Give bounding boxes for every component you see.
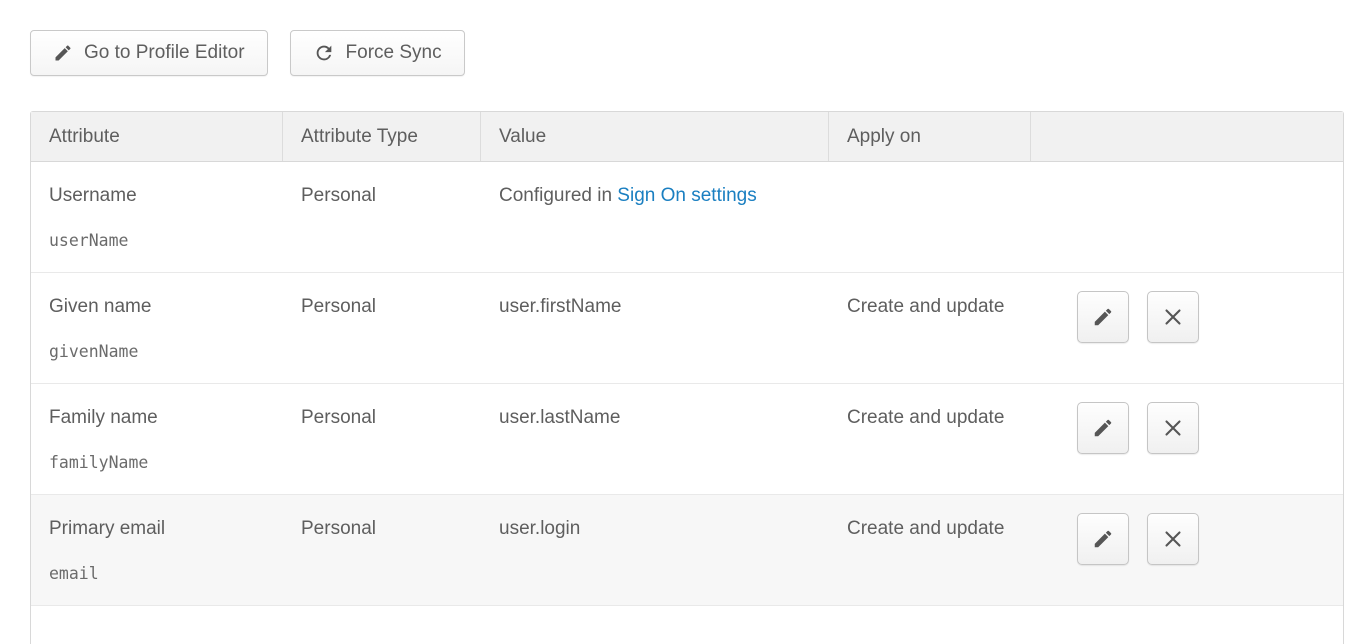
remove-attribute-button[interactable] xyxy=(1147,402,1199,454)
header-attribute: Attribute xyxy=(31,112,283,161)
attribute-mappings-page: Go to Profile Editor Force Sync Attribut… xyxy=(0,0,1370,644)
pencil-icon xyxy=(1092,417,1114,439)
table-row: Family name familyName Personal user.las… xyxy=(31,384,1343,495)
attribute-mapping-table: Attribute Attribute Type Value Apply on … xyxy=(30,111,1344,644)
value-text: user.lastName xyxy=(499,407,620,428)
remove-attribute-button[interactable] xyxy=(1147,513,1199,565)
close-icon xyxy=(1161,527,1185,551)
pencil-icon xyxy=(1092,306,1114,328)
value-cell: user.login xyxy=(481,495,829,605)
sign-on-settings-link[interactable]: Sign On settings xyxy=(617,185,756,206)
force-sync-label: Force Sync xyxy=(346,42,442,64)
attribute-variable-name: familyName xyxy=(49,453,269,472)
attribute-variable-name: givenName xyxy=(49,342,269,361)
header-actions xyxy=(1031,112,1343,161)
value-text: user.firstName xyxy=(499,296,621,317)
apply-on-cell: Create and update xyxy=(829,273,1031,383)
table-header-row: Attribute Attribute Type Value Apply on xyxy=(31,112,1343,162)
value-cell: user.firstName xyxy=(481,273,829,383)
value-cell: Configured in Sign On settings xyxy=(481,162,829,272)
attribute-display-name: Given name xyxy=(49,296,269,318)
attribute-cell: Primary email email xyxy=(31,495,283,605)
apply-on-cell: Create and update xyxy=(829,384,1031,494)
toolbar: Go to Profile Editor Force Sync xyxy=(30,30,1340,76)
pencil-icon xyxy=(53,43,73,63)
attribute-cell: Username userName xyxy=(31,162,283,272)
table-row: Given name givenName Personal user.first… xyxy=(31,273,1343,384)
actions-cell xyxy=(1031,162,1343,272)
header-attribute-type: Attribute Type xyxy=(283,112,481,161)
table-row: Primary email email Personal user.login … xyxy=(31,495,1343,606)
attribute-type-cell: Personal xyxy=(283,273,481,383)
table-row: Username userName Personal Configured in… xyxy=(31,162,1343,273)
edit-attribute-button[interactable] xyxy=(1077,402,1129,454)
attribute-variable-name: userName xyxy=(49,231,269,250)
attribute-type-cell: Personal xyxy=(283,384,481,494)
edit-attribute-button[interactable] xyxy=(1077,513,1129,565)
close-icon xyxy=(1161,416,1185,440)
attribute-display-name: Primary email xyxy=(49,518,269,540)
actions-cell xyxy=(1031,273,1343,383)
table-body: Username userName Personal Configured in… xyxy=(31,162,1343,606)
value-text: user.login xyxy=(499,518,580,539)
go-to-profile-editor-button[interactable]: Go to Profile Editor xyxy=(30,30,268,76)
force-sync-button[interactable]: Force Sync xyxy=(290,30,465,76)
value-text: Configured in xyxy=(499,185,617,206)
apply-on-cell xyxy=(829,162,1031,272)
refresh-icon xyxy=(313,42,335,64)
close-icon xyxy=(1161,305,1185,329)
attribute-variable-name: email xyxy=(49,564,269,583)
remove-attribute-button[interactable] xyxy=(1147,291,1199,343)
pencil-icon xyxy=(1092,528,1114,550)
attribute-cell: Given name givenName xyxy=(31,273,283,383)
attribute-display-name: Username xyxy=(49,185,269,207)
attribute-type-cell: Personal xyxy=(283,495,481,605)
go-to-profile-editor-label: Go to Profile Editor xyxy=(84,42,245,64)
apply-on-cell: Create and update xyxy=(829,495,1031,605)
value-cell: user.lastName xyxy=(481,384,829,494)
attribute-cell: Family name familyName xyxy=(31,384,283,494)
header-value: Value xyxy=(481,112,829,161)
header-apply-on: Apply on xyxy=(829,112,1031,161)
attribute-display-name: Family name xyxy=(49,407,269,429)
attribute-type-cell: Personal xyxy=(283,162,481,272)
actions-cell xyxy=(1031,495,1343,605)
edit-attribute-button[interactable] xyxy=(1077,291,1129,343)
actions-cell xyxy=(1031,384,1343,494)
